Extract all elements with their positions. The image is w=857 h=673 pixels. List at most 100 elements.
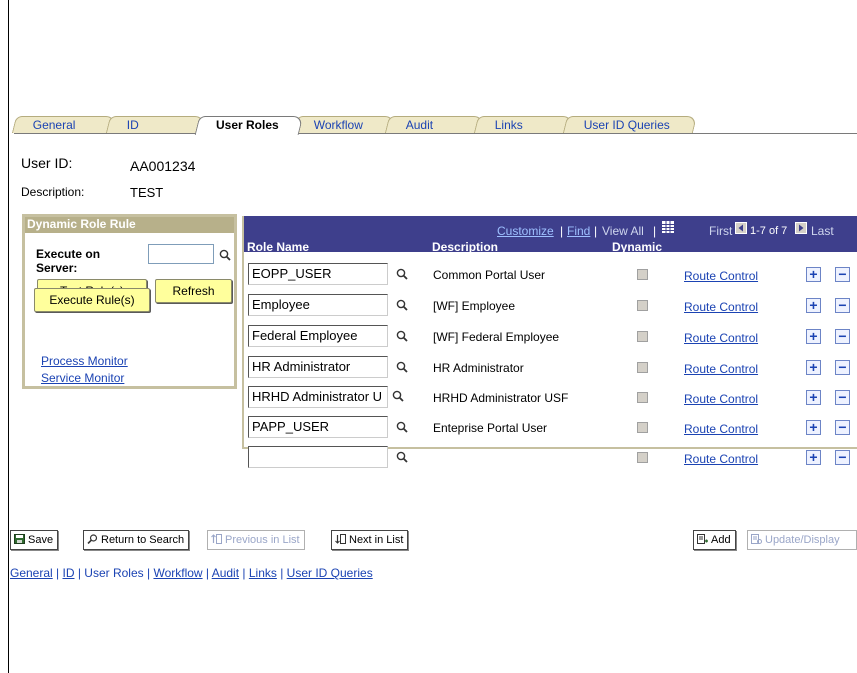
dynamic-role-rule-title: Dynamic Role Rule — [25, 217, 234, 233]
add-row-button[interactable]: + — [806, 267, 821, 282]
save-icon — [14, 534, 25, 544]
role-description: HRHD Administrator USF — [433, 391, 569, 405]
next-arrow-icon[interactable] — [795, 222, 807, 234]
add-row-button[interactable]: + — [806, 420, 821, 435]
role-name-input[interactable]: HR Administrator — [248, 356, 388, 378]
role-lookup-icon[interactable] — [396, 330, 408, 342]
header-area — [9, 0, 857, 110]
role-name-input[interactable]: Employee — [248, 294, 388, 316]
dynamic-checkbox — [637, 362, 648, 373]
process-monitor-link[interactable]: Process Monitor — [41, 354, 128, 368]
execute-rules-button[interactable]: Execute Rule(s) — [34, 288, 150, 312]
dynamic-checkbox — [637, 422, 648, 433]
find-link[interactable]: Find — [567, 224, 590, 238]
delete-row-button[interactable]: − — [835, 329, 850, 344]
tab-user-id-queries[interactable]: User ID Queries — [562, 116, 698, 133]
nav-separator: | — [560, 224, 564, 238]
dynamic-checkbox — [637, 331, 648, 342]
service-monitor-link[interactable]: Service Monitor — [41, 371, 124, 385]
grid-range: 1-7 of 7 — [750, 225, 788, 237]
add-button[interactable]: Add — [693, 530, 736, 550]
add-row-button[interactable]: + — [806, 450, 821, 465]
footer-link-audit[interactable]: Audit — [212, 566, 239, 580]
role-description: Common Portal User — [433, 268, 546, 282]
delete-row-button[interactable]: − — [835, 267, 850, 282]
column-dynamic[interactable]: Dynamic — [612, 240, 662, 254]
tab-baseline — [14, 133, 857, 134]
search-icon — [87, 534, 98, 544]
footer-page-links: General | ID | User Roles | Workflow | A… — [10, 566, 373, 580]
tab-user-roles[interactable]: User Roles — [194, 116, 304, 135]
add-row-button[interactable]: + — [806, 390, 821, 405]
column-description[interactable]: Description — [432, 240, 498, 254]
role-lookup-icon[interactable] — [396, 421, 408, 433]
customize-link[interactable]: Customize — [497, 224, 554, 238]
role-description: HR Administrator — [433, 361, 524, 375]
first-label: First — [709, 224, 733, 238]
footer-link-general[interactable]: General — [10, 566, 53, 580]
role-description: [WF] Federal Employee — [433, 330, 560, 344]
add-row-button[interactable]: + — [806, 329, 821, 344]
delete-row-button[interactable]: − — [835, 298, 850, 313]
route-control-link[interactable]: Route Control — [684, 300, 758, 314]
role-description: Enteprise Portal User — [433, 421, 548, 435]
last-label: Last — [811, 224, 834, 238]
role-lookup-icon[interactable] — [392, 390, 404, 402]
next-list-icon — [335, 534, 346, 544]
role-lookup-icon[interactable] — [396, 361, 408, 373]
dynamic-checkbox — [637, 452, 648, 463]
footer-link-user-roles[interactable]: User Roles — [84, 566, 143, 580]
role-name-input[interactable]: PAPP_USER — [248, 416, 388, 438]
route-control-link[interactable]: Route Control — [684, 452, 758, 466]
update-display-button[interactable]: Update/Display — [747, 530, 857, 550]
footer-link-user-id-queries[interactable]: User ID Queries — [287, 566, 373, 580]
delete-row-button[interactable]: − — [835, 420, 850, 435]
add-row-button[interactable]: + — [806, 360, 821, 375]
save-button[interactable]: Save — [10, 530, 59, 550]
tab-links[interactable]: Links — [473, 116, 574, 133]
refresh-button[interactable]: Refresh — [155, 279, 232, 303]
previous-arrow-icon[interactable] — [735, 222, 747, 234]
execute-server-lookup-icon[interactable] — [219, 249, 231, 261]
role-lookup-icon[interactable] — [396, 451, 408, 463]
role-name-input[interactable]: Federal Employee — [248, 325, 388, 347]
role-name-input[interactable]: HRHD Administrator U — [248, 386, 388, 408]
tab-id[interactable]: ID — [105, 116, 206, 133]
next-in-list-button[interactable]: Next in List — [331, 530, 409, 550]
footer-link-links[interactable]: Links — [249, 566, 277, 580]
route-control-link[interactable]: Route Control — [684, 331, 758, 345]
user-id-value: AA001234 — [130, 158, 196, 174]
update-display-icon — [751, 534, 762, 544]
route-control-link[interactable]: Route Control — [684, 362, 758, 376]
role-name-input[interactable]: EOPP_USER — [248, 263, 388, 285]
role-name-input[interactable] — [248, 446, 388, 468]
footer-link-workflow[interactable]: Workflow — [153, 566, 202, 580]
nav-separator: | — [653, 224, 657, 238]
role-lookup-icon[interactable] — [396, 268, 408, 280]
role-description: [WF] Employee — [433, 299, 516, 313]
tab-audit[interactable]: Audit — [384, 116, 485, 133]
add-icon — [697, 534, 708, 544]
spreadsheet-icon[interactable] — [662, 221, 674, 233]
role-lookup-icon[interactable] — [396, 299, 408, 311]
tab-workflow[interactable]: Workflow — [292, 116, 396, 133]
footer-link-id[interactable]: ID — [63, 566, 75, 580]
execute-on-server-label: Execute on Server: — [36, 247, 101, 275]
route-control-link[interactable]: Route Control — [684, 269, 758, 283]
delete-row-button[interactable]: − — [835, 390, 850, 405]
return-to-search-button[interactable]: Return to Search — [83, 530, 190, 550]
dynamic-checkbox — [637, 269, 648, 280]
tab-general[interactable]: General — [11, 116, 117, 133]
description-value: TEST — [130, 185, 164, 200]
add-row-button[interactable]: + — [806, 298, 821, 313]
delete-row-button[interactable]: − — [835, 360, 850, 375]
delete-row-button[interactable]: − — [835, 450, 850, 465]
tab-strip: General ID User Roles Workflow Audit Lin… — [11, 116, 698, 135]
execute-on-server-input[interactable] — [148, 244, 214, 264]
route-control-link[interactable]: Route Control — [684, 392, 758, 406]
previous-in-list-button[interactable]: Previous in List — [207, 530, 305, 550]
user-id-label: User ID: — [21, 155, 73, 171]
column-role-name[interactable]: Role Name — [247, 240, 309, 254]
route-control-link[interactable]: Route Control — [684, 422, 758, 436]
view-all-link[interactable]: View All — [602, 224, 644, 238]
